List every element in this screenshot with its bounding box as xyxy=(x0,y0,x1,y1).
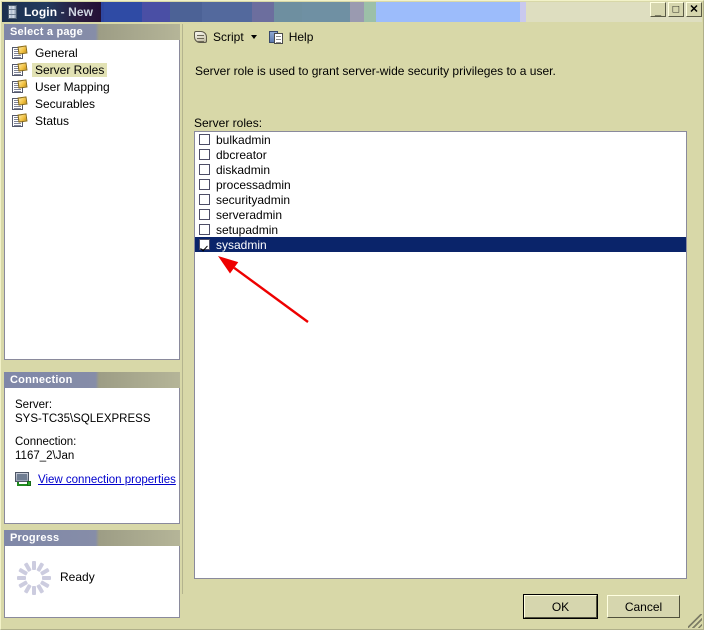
title-bar[interactable]: Login - New xyxy=(2,2,702,22)
title-bar-caption: Login - New xyxy=(2,2,102,22)
sidebar: Select a page General Server Roles User Ma… xyxy=(4,24,180,618)
help-icon xyxy=(268,30,285,45)
checkbox-processadmin[interactable] xyxy=(199,179,210,190)
sidebar-item-server-roles[interactable]: Server Roles xyxy=(5,61,179,77)
sidebar-item-general[interactable]: General xyxy=(5,44,179,60)
sidebar-item-label: Server Roles xyxy=(32,62,108,77)
window-controls: _ □ ✕ xyxy=(650,2,702,17)
role-row[interactable]: serveradmin xyxy=(195,207,686,222)
checkbox-dbcreator[interactable] xyxy=(199,149,210,160)
server-value: SYS-TC35\SQLEXPRESS xyxy=(15,413,151,425)
role-row[interactable]: processadmin xyxy=(195,177,686,192)
progress-header: Progress xyxy=(4,530,180,546)
sidebar-item-user-mapping[interactable]: User Mapping xyxy=(5,78,179,94)
role-row[interactable]: bulkadmin xyxy=(195,132,686,147)
connection-header-label: Connection xyxy=(10,374,73,386)
server-roles-label: Server roles: xyxy=(194,116,263,130)
server-roles-list[interactable]: bulkadmin dbcreator diskadmin processadmin s… xyxy=(194,131,687,579)
view-connection-properties-row[interactable]: View connection properties xyxy=(15,472,176,487)
progress-header-label: Progress xyxy=(10,532,60,544)
sidebar-item-securables[interactable]: Securables xyxy=(5,95,179,111)
role-label: bulkadmin xyxy=(216,132,271,147)
connection-body: Server: SYS-TC35\SQLEXPRESS Connection: … xyxy=(4,388,180,524)
checkbox-securityadmin[interactable] xyxy=(199,194,210,205)
close-button[interactable]: ✕ xyxy=(686,2,702,17)
role-row[interactable]: setupadmin xyxy=(195,222,686,237)
login-window-icon xyxy=(6,5,19,19)
title-bar-background xyxy=(2,2,702,22)
resize-grip[interactable] xyxy=(688,614,702,628)
connection-value: 1167_2\Jan xyxy=(15,450,75,462)
toolbar: Script Help xyxy=(183,24,700,50)
checkbox-sysadmin[interactable] xyxy=(199,239,210,250)
role-row[interactable]: sysadmin xyxy=(195,237,686,252)
page-list[interactable]: General Server Roles User Mapping Securable… xyxy=(4,40,180,360)
page-icon xyxy=(12,78,28,94)
select-a-page-header: Select a page xyxy=(4,24,180,40)
help-button[interactable]: Help xyxy=(266,27,317,47)
role-label: processadmin xyxy=(216,177,291,192)
role-label: serveradmin xyxy=(216,207,283,222)
login-new-dialog: Login - New _ □ ✕ Select a page General S… xyxy=(0,0,704,630)
server-label: Server: xyxy=(15,399,53,411)
sidebar-item-label: Status xyxy=(35,113,70,128)
script-button[interactable]: Script xyxy=(190,27,260,47)
close-icon: ✕ xyxy=(689,3,699,15)
cancel-button[interactable]: Cancel xyxy=(607,595,680,618)
progress-panel: Progress Ready xyxy=(4,530,180,618)
page-icon xyxy=(12,95,28,111)
progress-spinner-icon xyxy=(17,561,51,595)
ok-button-label: OK xyxy=(551,599,570,614)
cancel-button-label: Cancel xyxy=(624,599,663,614)
script-label: Script xyxy=(213,30,244,44)
page-description: Server role is used to grant server-wide… xyxy=(195,64,556,78)
connection-properties-icon xyxy=(15,472,33,487)
maximize-icon: □ xyxy=(672,3,680,15)
role-row[interactable]: dbcreator xyxy=(195,147,686,162)
minimize-button[interactable]: _ xyxy=(650,2,666,17)
role-label: dbcreator xyxy=(216,147,267,162)
chevron-down-icon[interactable] xyxy=(250,35,257,39)
checkbox-serveradmin[interactable] xyxy=(199,209,210,220)
checkbox-diskadmin[interactable] xyxy=(199,164,210,175)
page-icon xyxy=(12,44,28,60)
sidebar-item-label: General xyxy=(35,45,78,60)
role-row[interactable]: securityadmin xyxy=(195,192,686,207)
checkbox-bulkadmin[interactable] xyxy=(199,134,210,145)
sidebar-item-label: User Mapping xyxy=(35,79,110,94)
sidebar-item-status[interactable]: Status xyxy=(5,112,179,128)
role-label: sysadmin xyxy=(216,237,267,252)
main-panel: Script Help Server role is used to grant… xyxy=(182,24,700,594)
window-title: Login - New xyxy=(24,5,94,19)
view-connection-properties-link[interactable]: View connection properties xyxy=(38,473,176,487)
select-a-page-label: Select a page xyxy=(10,26,83,38)
minimize-icon: _ xyxy=(654,5,662,18)
progress-status: Ready xyxy=(60,570,95,584)
role-label: diskadmin xyxy=(216,162,271,177)
connection-label: Connection: xyxy=(15,436,77,448)
progress-body: Ready xyxy=(4,546,180,618)
role-label: securityadmin xyxy=(216,192,291,207)
page-icon xyxy=(12,61,28,77)
ok-button[interactable]: OK xyxy=(523,594,598,619)
script-icon xyxy=(193,30,209,45)
checkbox-setupadmin[interactable] xyxy=(199,224,210,235)
role-row[interactable]: diskadmin xyxy=(195,162,686,177)
connection-panel: Connection Server: SYS-TC35\SQLEXPRESS C… xyxy=(4,372,180,524)
page-icon xyxy=(12,112,28,128)
connection-header: Connection xyxy=(4,372,180,388)
sidebar-item-label: Securables xyxy=(35,96,96,111)
maximize-button[interactable]: □ xyxy=(668,2,684,17)
help-label: Help xyxy=(288,30,314,44)
role-label: setupadmin xyxy=(216,222,279,237)
